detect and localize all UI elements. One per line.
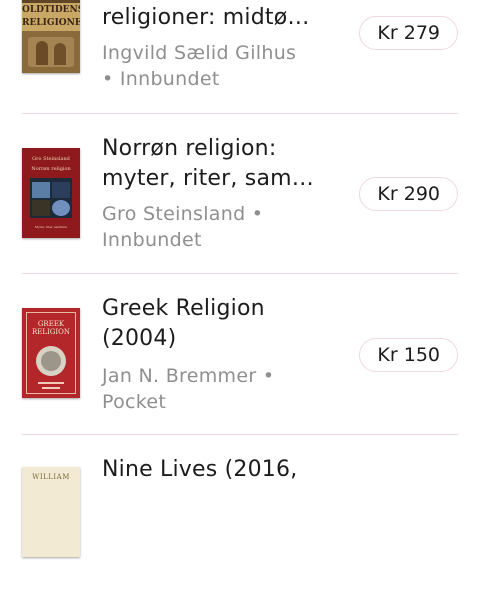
book-title-line: Norrøn religion:	[102, 136, 277, 161]
cover-author: Gro Steinsland	[32, 156, 70, 162]
cover-title: Norrøn religion	[31, 166, 71, 172]
book-title-line: Nine Lives (2016,	[102, 457, 298, 482]
book-title-line: (2004)	[102, 326, 177, 351]
book-meta: Jan N. Bremmer • Pocket	[102, 363, 332, 415]
book-cover[interactable]: Gro Steinsland Norrøn religion Myter, ri…	[22, 148, 80, 238]
book-title[interactable]: Greek Religion (2004)	[102, 294, 332, 354]
cover-title-line: OLDTIDENS	[22, 5, 80, 15]
book-cover[interactable]: WILLIAM	[22, 467, 80, 557]
cover-title-line: RELIGIONER	[22, 18, 80, 28]
cover-subtitle: Myter, riter, samfunn	[34, 225, 68, 229]
book-format: Pocket	[102, 391, 167, 413]
meta-separator: •	[102, 68, 114, 90]
book-title[interactable]: religioner: midtø…	[102, 3, 332, 33]
book-title-line: religioner: midtø…	[102, 5, 310, 30]
book-format: Innbundet	[119, 68, 220, 90]
book-title-line: myter, riter, sam…	[102, 166, 314, 191]
book-meta: Ingvild Sælid Gilhus • Innbundet	[102, 40, 332, 92]
book-title-line: Greek Religion	[102, 296, 265, 321]
book-author: Ingvild Sælid Gilhus	[102, 42, 297, 64]
price-button[interactable]: Kr 279	[359, 16, 458, 50]
list-item[interactable]: GREEK RELIGION Greek Religion (2004) Jan…	[0, 274, 480, 434]
meta-separator: •	[251, 203, 264, 225]
cover-title-line: RELIGION	[31, 328, 70, 336]
book-cover[interactable]: OLDTIDENS RELIGIONER	[22, 0, 80, 73]
book-title[interactable]: Norrøn religion: myter, riter, sam…	[102, 134, 332, 194]
list-item[interactable]: WILLIAM Nine Lives (2016,	[0, 435, 480, 595]
book-cover[interactable]: GREEK RELIGION	[22, 308, 80, 398]
book-author: Jan N. Bremmer	[102, 365, 257, 387]
book-author: Gro Steinsland	[102, 203, 246, 225]
meta-separator: •	[262, 365, 275, 387]
book-list: OLDTIDENS RELIGIONER religioner: midtø… …	[0, 0, 480, 557]
cover-author: WILLIAM	[32, 473, 70, 481]
book-title[interactable]: Nine Lives (2016,	[102, 455, 332, 485]
price-button[interactable]: Kr 150	[359, 338, 458, 372]
list-item[interactable]: OLDTIDENS RELIGIONER religioner: midtø… …	[0, 0, 480, 117]
list-item[interactable]: Gro Steinsland Norrøn religion Myter, ri…	[0, 114, 480, 274]
price-button[interactable]: Kr 290	[359, 177, 458, 211]
book-meta: Gro Steinsland • Innbundet	[102, 201, 332, 253]
book-format: Innbundet	[102, 229, 202, 251]
